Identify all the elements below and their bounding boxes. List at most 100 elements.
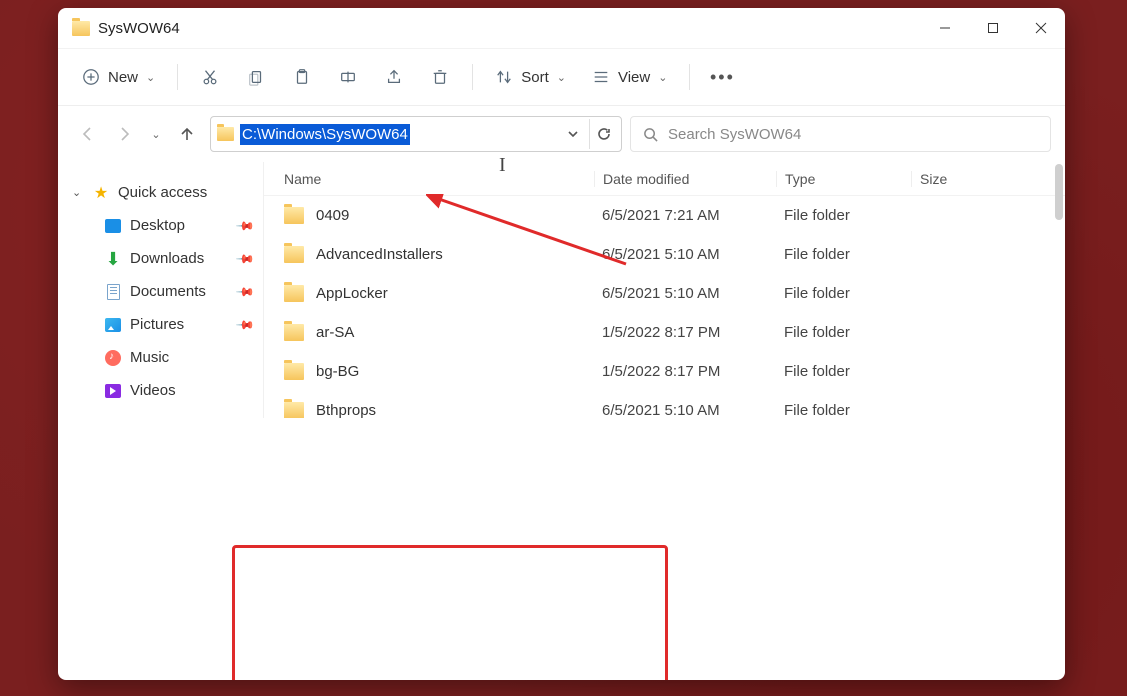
body: ⌄ ★ Quick access Desktop 📌 ⬇ Downloads 📌…	[58, 162, 1065, 418]
table-row[interactable]: bg-BG1/5/2022 8:17 PMFile folder	[264, 352, 1065, 391]
close-button[interactable]	[1017, 8, 1065, 48]
file-name: Bthprops	[316, 402, 376, 418]
file-name: AdvancedInstallers	[316, 246, 443, 263]
search-box[interactable]: Search SysWOW64	[630, 116, 1051, 152]
sidebar-item-videos[interactable]: Videos	[58, 374, 263, 407]
title-bar: SysWOW64	[58, 8, 1065, 48]
refresh-button[interactable]	[589, 119, 617, 149]
pin-icon: 📌	[235, 314, 255, 334]
file-list-pane: Name Date modified Type Size 04096/5/202…	[264, 162, 1065, 418]
folder-icon	[217, 127, 234, 141]
window-controls	[921, 8, 1065, 48]
folder-icon	[284, 402, 304, 418]
column-headers: Name Date modified Type Size	[264, 162, 1065, 196]
new-button[interactable]: New ⌄	[72, 59, 165, 95]
sidebar-item-pictures[interactable]: Pictures 📌	[58, 308, 263, 341]
file-type: File folder	[776, 363, 911, 380]
recent-button[interactable]: ⌄	[148, 119, 164, 149]
up-button[interactable]	[172, 119, 202, 149]
sidebar-item-label: Pictures	[130, 316, 184, 333]
chevron-down-icon: ⌄	[151, 128, 160, 141]
file-date: 6/5/2021 5:10 AM	[594, 246, 776, 263]
maximize-button[interactable]	[969, 8, 1017, 48]
chevron-down-icon: ⌄	[72, 186, 84, 199]
sidebar-item-downloads[interactable]: ⬇ Downloads 📌	[58, 242, 263, 275]
file-name: ar-SA	[316, 324, 354, 341]
copy-button[interactable]	[236, 59, 276, 95]
table-row[interactable]: AppLocker 6/5/2021 5:10 AMFile folder	[264, 274, 1065, 313]
table-row[interactable]: 04096/5/2021 7:21 AMFile folder	[264, 196, 1065, 235]
rename-button[interactable]	[328, 59, 368, 95]
more-button[interactable]: •••	[702, 59, 742, 95]
sidebar-item-label: Desktop	[130, 217, 185, 234]
sidebar-item-label: Documents	[130, 283, 206, 300]
share-button[interactable]	[374, 59, 414, 95]
pin-icon: 📌	[235, 248, 255, 268]
nav-row: ⌄ C:\Windows\SysWOW64 Search SysWOW64	[58, 106, 1065, 162]
separator	[177, 64, 178, 90]
search-icon	[643, 127, 658, 142]
sidebar-item-documents[interactable]: Documents 📌	[58, 275, 263, 308]
sort-button[interactable]: Sort ⌄	[485, 59, 576, 95]
sidebar-quick-access[interactable]: ⌄ ★ Quick access	[58, 176, 263, 209]
file-type: File folder	[776, 324, 911, 341]
sidebar-item-label: Videos	[130, 382, 176, 399]
delete-button[interactable]	[420, 59, 460, 95]
folder-icon	[284, 285, 304, 302]
address-bar[interactable]: C:\Windows\SysWOW64	[210, 116, 622, 152]
sidebar-item-label: Music	[130, 349, 169, 366]
minimize-button[interactable]	[921, 8, 969, 48]
separator	[689, 64, 690, 90]
column-date[interactable]: Date modified	[594, 171, 776, 187]
file-rows: 04096/5/2021 7:21 AMFile folderAdvancedI…	[264, 196, 1065, 418]
file-type: File folder	[776, 246, 911, 263]
table-row[interactable]: AdvancedInstallers 6/5/2021 5:10 AMFile f…	[264, 235, 1065, 274]
toolbar: New ⌄ Sort ⌄ View ⌄	[58, 48, 1065, 106]
file-name: 0409	[316, 207, 349, 224]
window-title: SysWOW64	[98, 20, 180, 37]
back-button[interactable]	[72, 119, 102, 149]
folder-icon	[284, 246, 304, 263]
view-label: View	[618, 69, 650, 86]
file-type: File folder	[776, 402, 911, 418]
file-date: 6/5/2021 5:10 AM	[594, 285, 776, 302]
video-icon	[104, 382, 122, 400]
music-icon	[104, 349, 122, 367]
file-name: AppLocker	[316, 285, 388, 302]
folder-icon	[284, 363, 304, 380]
table-row[interactable]: ar-SA 1/5/2022 8:17 PMFile folder	[264, 313, 1065, 352]
cut-button[interactable]	[190, 59, 230, 95]
address-controls	[559, 119, 617, 149]
new-label: New	[108, 69, 138, 86]
file-date: 1/5/2022 8:17 PM	[594, 324, 776, 341]
table-row[interactable]: Bthprops 6/5/2021 5:10 AMFile folder	[264, 391, 1065, 418]
document-icon	[104, 283, 122, 301]
scrollbar-thumb[interactable]	[1055, 164, 1063, 220]
chevron-down-icon: ⌄	[146, 71, 155, 84]
column-name[interactable]: Name	[264, 171, 594, 187]
sidebar-item-music[interactable]: Music	[58, 341, 263, 374]
chevron-down-icon: ⌄	[658, 71, 667, 84]
file-type: File folder	[776, 285, 911, 302]
view-button[interactable]: View ⌄	[582, 59, 677, 95]
forward-button[interactable]	[110, 119, 140, 149]
pin-icon: 📌	[235, 215, 255, 235]
folder-icon	[284, 324, 304, 341]
search-placeholder: Search SysWOW64	[668, 126, 801, 143]
paste-button[interactable]	[282, 59, 322, 95]
desktop-icon	[104, 217, 122, 235]
address-dropdown-button[interactable]	[559, 119, 587, 149]
pin-icon: 📌	[235, 281, 255, 301]
sidebar-item-desktop[interactable]: Desktop 📌	[58, 209, 263, 242]
picture-icon	[104, 316, 122, 334]
explorer-window: SysWOW64 New ⌄	[58, 8, 1065, 680]
separator	[472, 64, 473, 90]
quick-access-label: Quick access	[118, 184, 207, 201]
chevron-down-icon: ⌄	[557, 71, 566, 84]
column-size[interactable]: Size	[911, 171, 1065, 187]
file-date: 6/5/2021 5:10 AM	[594, 402, 776, 418]
folder-icon	[72, 21, 90, 36]
address-input[interactable]: C:\Windows\SysWOW64	[240, 124, 410, 145]
column-type[interactable]: Type	[776, 171, 911, 187]
star-icon: ★	[92, 184, 110, 202]
